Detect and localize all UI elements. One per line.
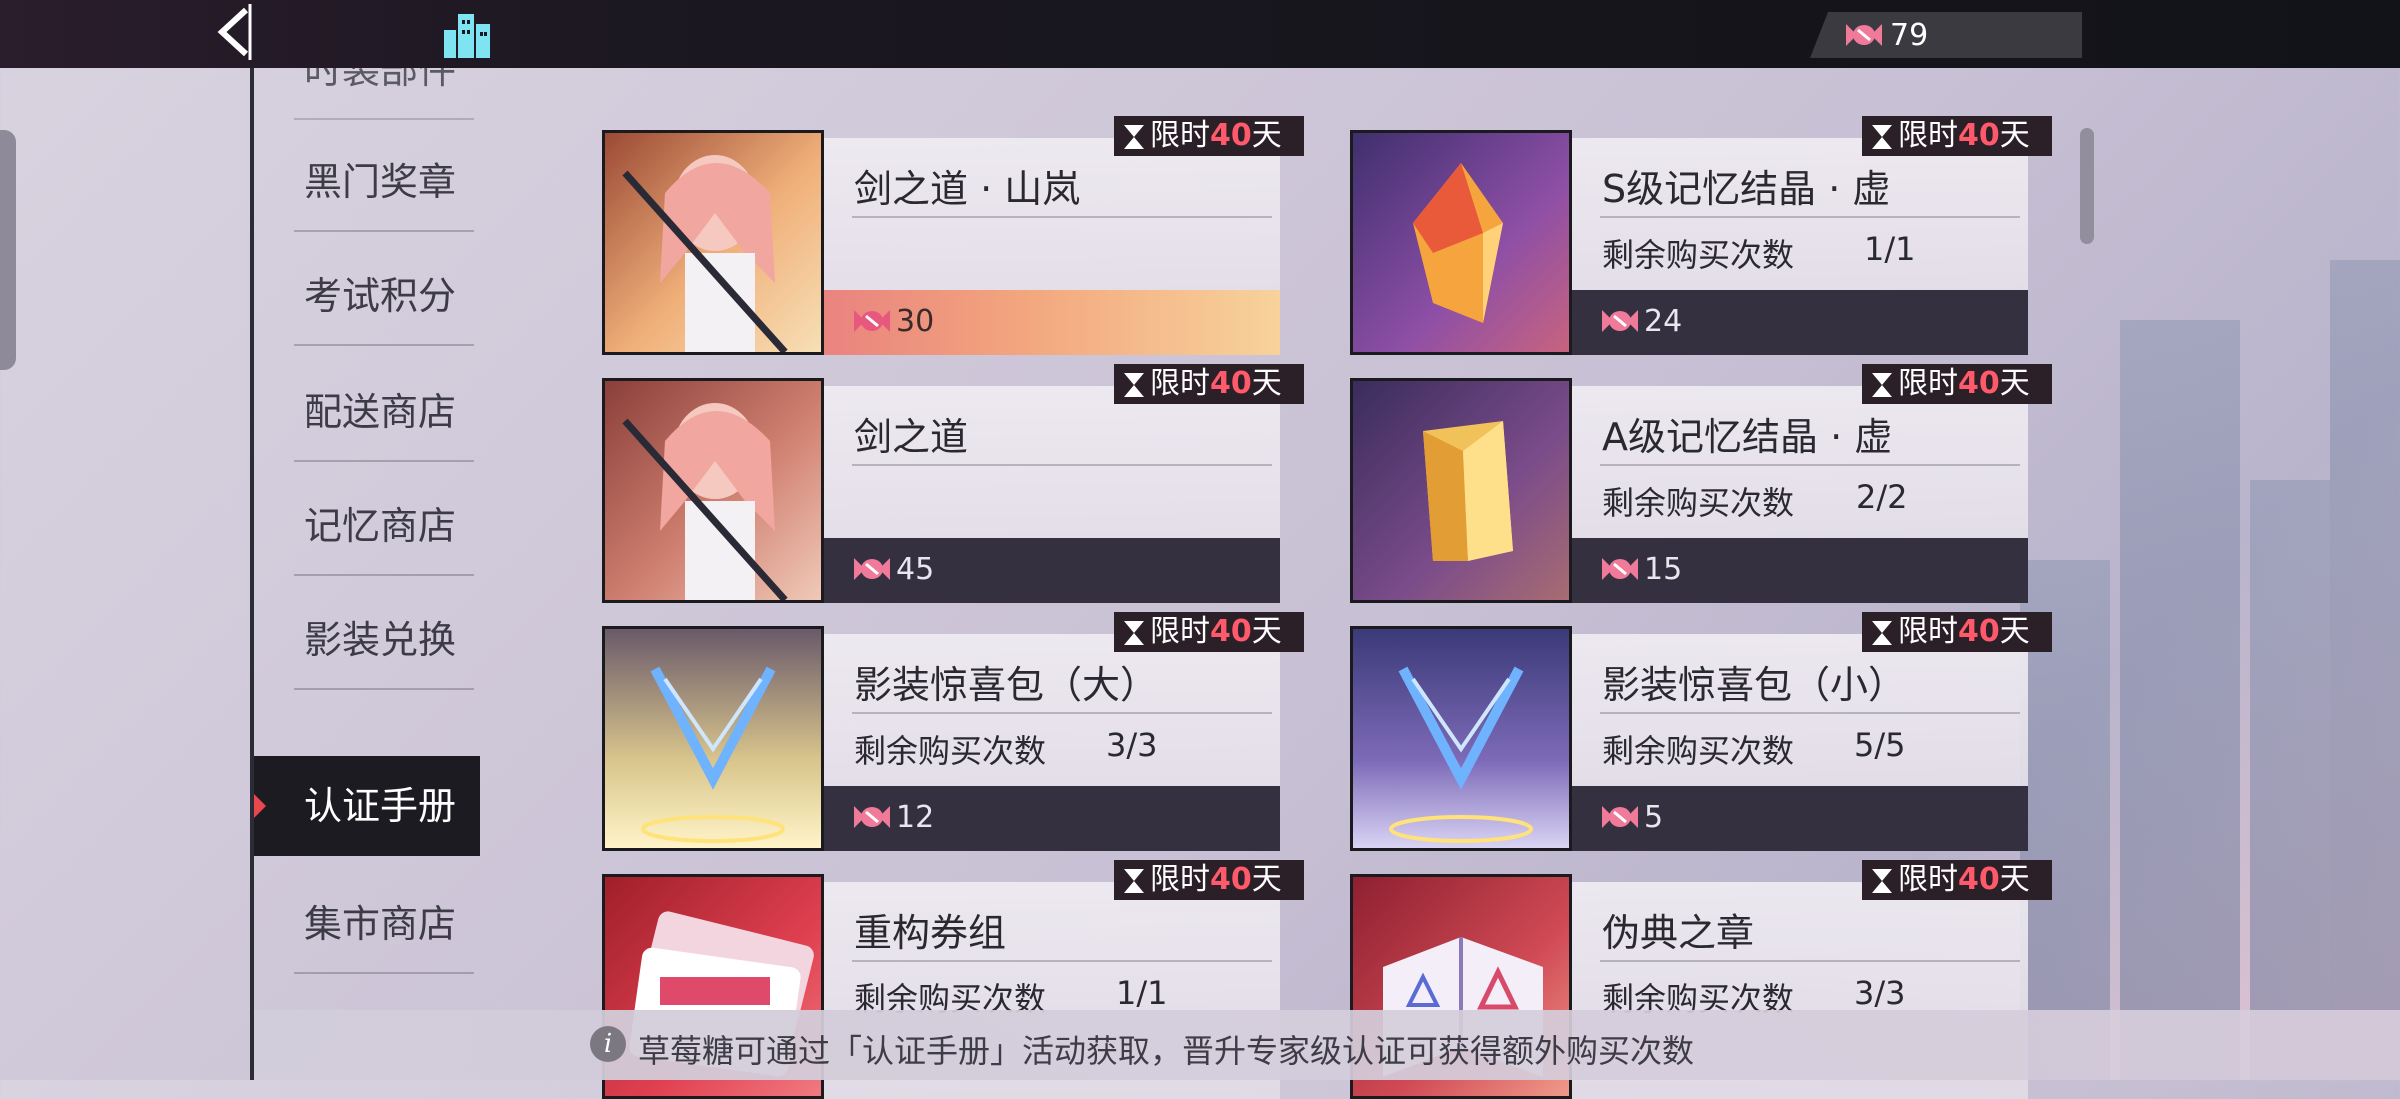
- hourglass-icon: [1868, 618, 1896, 658]
- item-price: 45: [896, 552, 935, 587]
- item-name: 剑之道: [854, 415, 969, 459]
- sidebar-item-shadow[interactable]: 影装兑换: [294, 590, 474, 690]
- item-name: A级记忆结晶 · 虚: [1602, 415, 1893, 459]
- remaining-label: 剩余购买次数: [1602, 732, 1795, 770]
- item-name: 剑之道 · 山岚: [854, 167, 1081, 211]
- price-button[interactable]: 5: [1572, 786, 2028, 851]
- hourglass-icon: [1868, 370, 1896, 410]
- item-image: [602, 626, 824, 851]
- hourglass-icon: [1120, 866, 1148, 906]
- city-icon[interactable]: [440, 8, 496, 60]
- hourglass-icon: [1120, 618, 1148, 658]
- time-limit-badge: 限时40天: [1114, 612, 1304, 652]
- item-image: [602, 130, 824, 355]
- edge-handle[interactable]: [0, 130, 16, 370]
- remaining-label: 剩余购买次数: [1602, 236, 1795, 274]
- sidebar-divider: [250, 0, 254, 1080]
- remaining-count: 1/1: [1116, 974, 1168, 1012]
- hourglass-icon: [1868, 122, 1896, 162]
- sidebar-item-delivery[interactable]: 配送商店: [294, 362, 474, 462]
- item-image: [602, 378, 824, 603]
- price-button[interactable]: 24: [1572, 290, 2028, 355]
- sidebar: 时装部件 黑门奖章 考试积分 配送商店 记忆商店 影装兑换 认证手册 集市商店: [254, 48, 484, 1008]
- time-limit-badge: 限时40天: [1114, 364, 1304, 404]
- price-button[interactable]: 30: [824, 290, 1280, 355]
- shop-card[interactable]: A级记忆结晶 · 虚 剩余购买次数 2/2 15 限时40天: [1350, 364, 2052, 603]
- remaining-count: 2/2: [1856, 478, 1908, 516]
- currency-value: 79: [1890, 18, 1929, 53]
- candy-icon: [852, 802, 892, 836]
- remaining-label: 剩余购买次数: [1602, 484, 1795, 522]
- item-price: 24: [1644, 304, 1683, 339]
- time-limit-badge: 限时40天: [1114, 860, 1304, 900]
- background-skyline: [1980, 60, 2400, 1080]
- item-image: [1350, 378, 1572, 603]
- sidebar-item-memory[interactable]: 记忆商店: [294, 476, 474, 576]
- top-bar: 79: [0, 0, 2400, 68]
- remaining-label: 剩余购买次数: [854, 732, 1047, 770]
- remaining-count: 1/1: [1864, 230, 1916, 268]
- candy-icon: [1600, 306, 1640, 340]
- sidebar-item-certification[interactable]: 认证手册: [254, 756, 480, 856]
- shop-card[interactable]: 剑之道 45 限时40天: [602, 364, 1304, 603]
- shop-card[interactable]: 剑之道 · 山岚 30 限时40天: [602, 116, 1304, 355]
- time-limit-badge: 限时40天: [1862, 612, 2052, 652]
- currency-display: 79: [1810, 12, 2082, 58]
- candy-icon: [852, 554, 892, 588]
- sidebar-item-market[interactable]: 集市商店: [294, 874, 474, 974]
- item-price: 12: [896, 800, 935, 835]
- price-button[interactable]: 15: [1572, 538, 2028, 603]
- sidebar-item-blackgate[interactable]: 黑门奖章: [294, 132, 474, 232]
- shop-card[interactable]: 影装惊喜包（大） 剩余购买次数 3/3 12 限时40天: [602, 612, 1304, 851]
- scrollbar[interactable]: [2080, 128, 2094, 244]
- shop-card[interactable]: 影装惊喜包（小） 剩余购买次数 5/5 5 限时40天: [1350, 612, 2052, 851]
- shop-card[interactable]: S级记忆结晶 · 虚 剩余购买次数 1/1 24 限时40天: [1350, 116, 2052, 355]
- item-name: 伪典之章: [1602, 911, 1755, 955]
- candy-icon: [1844, 20, 1884, 54]
- item-image: [1350, 626, 1572, 851]
- back-button[interactable]: [210, 4, 256, 60]
- item-price: 30: [896, 304, 935, 339]
- price-button[interactable]: 45: [824, 538, 1280, 603]
- hourglass-icon: [1120, 370, 1148, 410]
- item-name: 影装惊喜包（大）: [854, 663, 1159, 707]
- remaining-count: 3/3: [1854, 974, 1906, 1012]
- hourglass-icon: [1120, 122, 1148, 162]
- tip-text: 草莓糖可通过「认证手册」活动获取，晋升专家级认证可获得额外购买次数: [638, 1032, 1695, 1070]
- info-icon: i: [590, 1026, 626, 1062]
- time-limit-badge: 限时40天: [1862, 116, 2052, 156]
- candy-icon: [1600, 802, 1640, 836]
- item-name: 影装惊喜包（小）: [1602, 663, 1907, 707]
- hourglass-icon: [1868, 866, 1896, 906]
- remaining-count: 3/3: [1106, 726, 1158, 764]
- chevron-left-icon: [217, 4, 252, 60]
- remaining-count: 5/5: [1854, 726, 1906, 764]
- sidebar-item-exam[interactable]: 考试积分: [294, 246, 474, 346]
- price-button[interactable]: 12: [824, 786, 1280, 851]
- item-price: 15: [1644, 552, 1683, 587]
- candy-icon: [1600, 554, 1640, 588]
- time-limit-badge: 限时40天: [1862, 364, 2052, 404]
- time-limit-badge: 限时40天: [1862, 860, 2052, 900]
- candy-icon: [852, 306, 892, 340]
- time-limit-badge: 限时40天: [1114, 116, 1304, 156]
- item-price: 5: [1644, 800, 1664, 835]
- item-name: 重构券组: [854, 911, 1007, 955]
- item-image: [1350, 130, 1572, 355]
- item-name: S级记忆结晶 · 虚: [1602, 167, 1891, 211]
